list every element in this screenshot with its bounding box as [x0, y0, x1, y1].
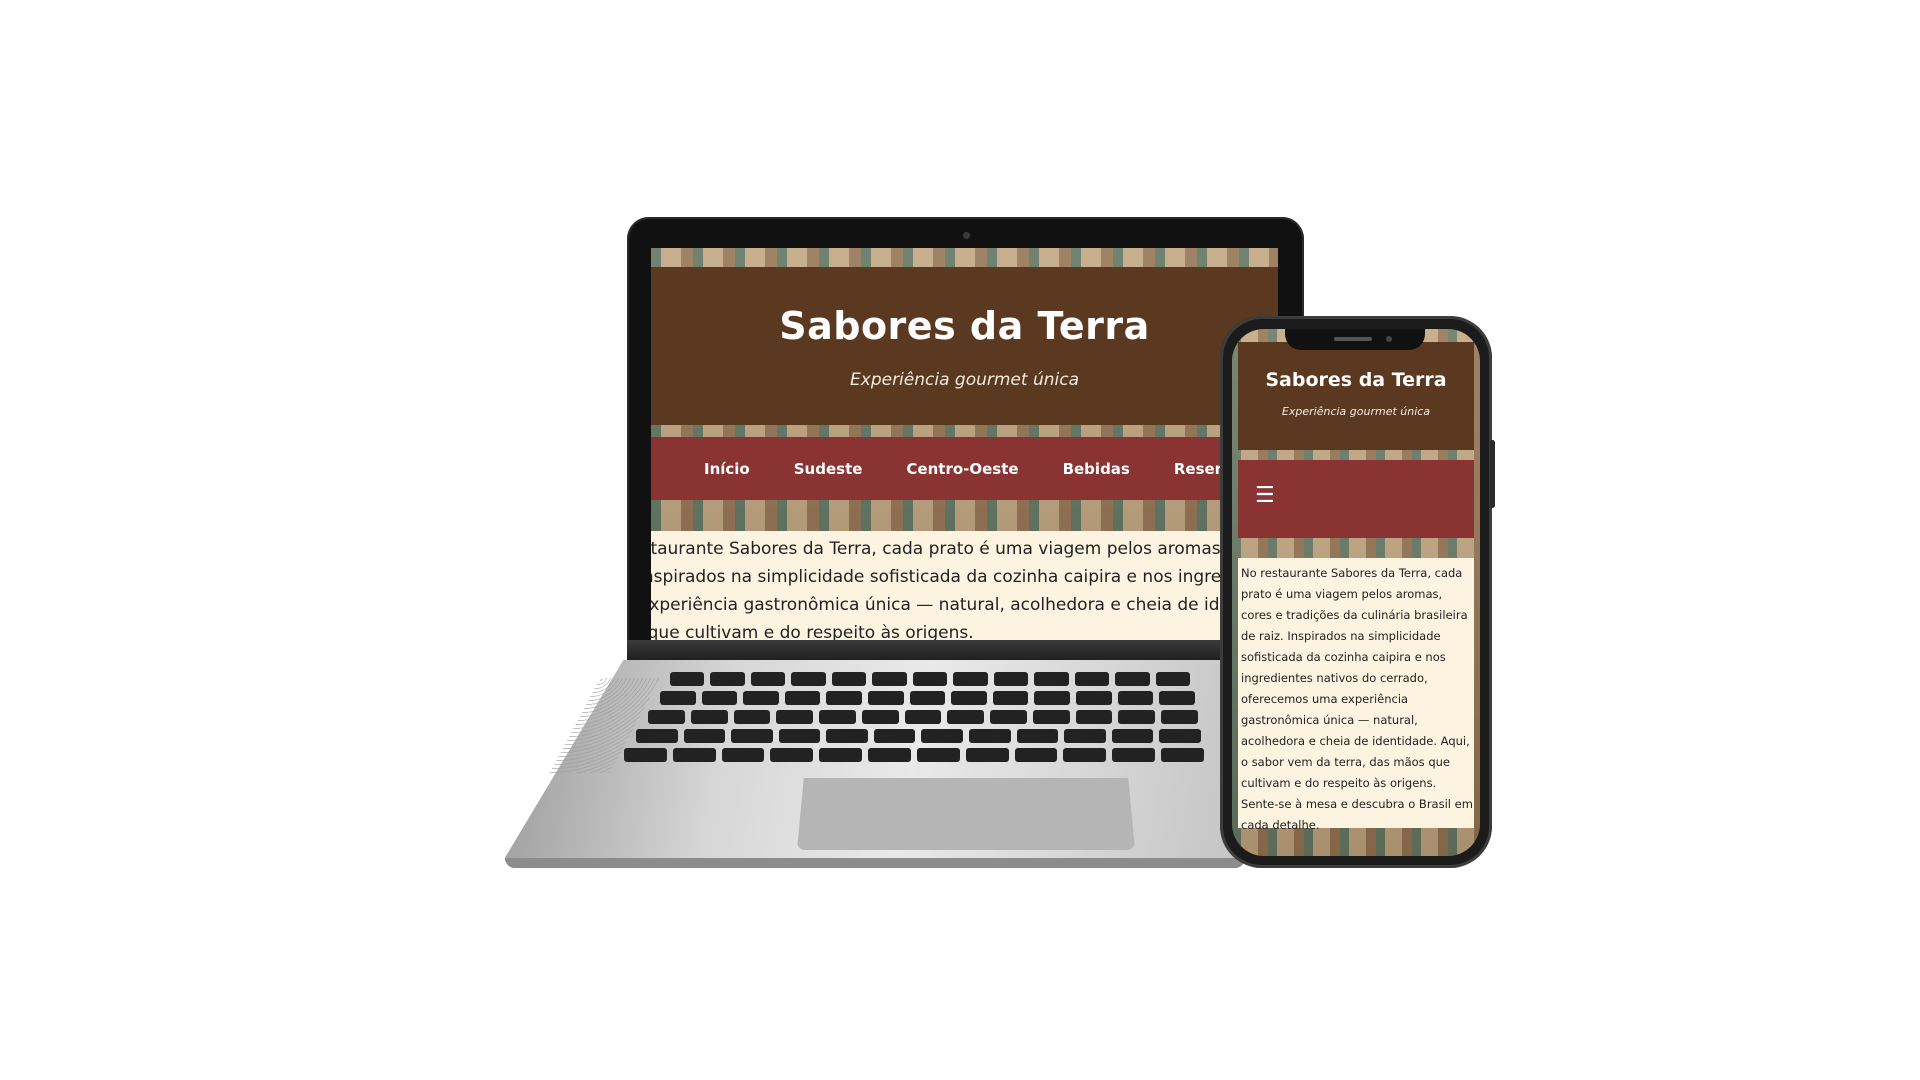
nav-item-centro-oeste[interactable]: Centro-Oeste — [906, 460, 1018, 478]
mobile-site-subtitle: Experiência gourmet única — [1281, 405, 1431, 418]
mobile-site-title: Sabores da Terra — [1265, 369, 1447, 391]
phone-screen: Sabores da Terra Experiência gourmet úni… — [1232, 329, 1480, 856]
phone-speaker — [1334, 337, 1372, 341]
nav-item-sudeste[interactable]: Sudeste — [794, 460, 863, 478]
laptop-screen: Sabores da Terra Experiência gourmet úni… — [651, 248, 1278, 640]
trackpad — [797, 778, 1135, 850]
mobile-intro-section: No restaurante Sabores da Terra, cada pr… — [1238, 558, 1474, 832]
mobile-nav: ☰ — [1238, 460, 1474, 538]
site-subtitle: Experiência gourmet única — [850, 370, 1079, 390]
site-title: Sabores da Terra — [779, 304, 1150, 348]
mobile-site-header: Sabores da Terra Experiência gourmet úni… — [1238, 342, 1474, 450]
hamburger-menu-icon[interactable]: ☰ — [1255, 485, 1275, 507]
laptop-foot — [505, 858, 1245, 868]
site-header: Sabores da Terra Experiência gourmet úni… — [651, 267, 1278, 425]
mobile-intro-text: No restaurante Sabores da Terra, cada pr… — [1241, 566, 1473, 832]
keyboard — [610, 672, 1210, 772]
intro-section: No restaurante Sabores da Terra, cada pr… — [651, 531, 1278, 640]
nav-item-bebidas[interactable]: Bebidas — [1063, 460, 1130, 478]
site-nav: Início Sudeste Centro-Oeste Bebidas Rese… — [651, 437, 1278, 500]
phone-camera-icon — [1386, 336, 1392, 342]
phone-side-button — [1490, 440, 1495, 508]
nav-item-inicio[interactable]: Início — [704, 460, 750, 478]
intro-text: No restaurante Sabores da Terra, cada pr… — [651, 539, 1278, 640]
webcam-icon — [963, 232, 970, 239]
